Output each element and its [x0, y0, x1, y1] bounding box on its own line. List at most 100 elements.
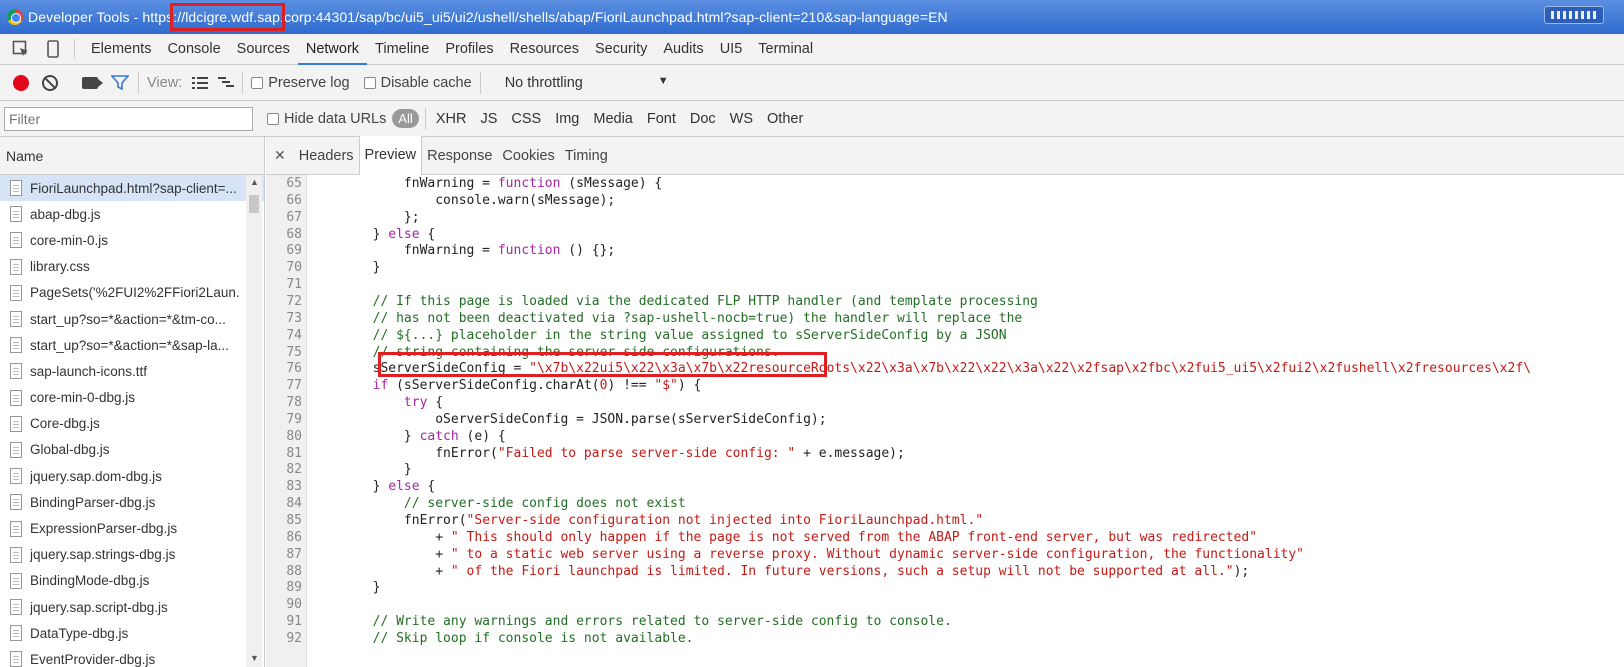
tab-security[interactable]: Security [587, 34, 655, 65]
tab-audits[interactable]: Audits [655, 34, 711, 65]
request-list-item[interactable]: jquery.sap.strings-dbg.js [0, 542, 264, 568]
code-text: fnError("Server-side configuration not i… [310, 512, 983, 530]
line-number: 76 [286, 361, 302, 377]
line-number: 92 [286, 630, 302, 646]
code-token: sServerSideConfig = [310, 361, 530, 377]
code-token: "$" [654, 378, 678, 394]
code-token: catch [419, 428, 459, 444]
request-list-item[interactable]: ExpressionParser-dbg.js [0, 515, 264, 541]
code-token: oServerSideConfig = JSON.parse(sServerSi… [310, 411, 827, 427]
preserve-log-label: Preserve log [268, 74, 350, 91]
tab-timing[interactable]: Timing [560, 137, 613, 175]
request-list-item[interactable]: core-min-0.js [0, 227, 264, 253]
code-token: ); [1233, 563, 1250, 579]
window-menu-button[interactable] [1544, 6, 1604, 24]
request-list-item[interactable]: EventProvider-dbg.js [0, 646, 264, 667]
request-list-item[interactable]: FioriLaunchpad.html?sap-client=... [0, 175, 264, 202]
request-list-item[interactable]: BindingParser-dbg.js [0, 489, 264, 515]
tab-timeline[interactable]: Timeline [367, 34, 437, 65]
filter-type-media[interactable]: Media [593, 111, 633, 127]
line-number: 85 [286, 513, 302, 528]
request-list-item[interactable]: jquery.sap.script-dbg.js [0, 594, 264, 620]
request-list-item[interactable]: Core-dbg.js [0, 411, 264, 437]
tab-network[interactable]: Network [297, 34, 368, 65]
request-list-item[interactable]: start_up?so=*&action=*&tm-co... [0, 306, 264, 332]
request-list-item[interactable]: BindingMode-dbg.js [0, 568, 264, 594]
overview-icon[interactable] [218, 76, 235, 90]
line-number: 86 [286, 529, 302, 545]
record-button[interactable] [13, 74, 29, 91]
request-list: FioriLaunchpad.html?sap-client=... abap-d… [0, 175, 265, 667]
window-titlebar: Developer Tools - https://ldcigre.wdf.sa… [0, 0, 1624, 34]
tab-cookies[interactable]: Cookies [497, 137, 559, 175]
filter-type-xhr[interactable]: XHR [436, 111, 467, 127]
tab-preview[interactable]: Preview [358, 136, 423, 175]
tab-elements[interactable]: Elements [83, 34, 159, 65]
tab-ui5[interactable]: UI5 [712, 34, 751, 65]
scrollbar-thumb[interactable] [249, 195, 259, 213]
code-text: try { [310, 394, 443, 412]
code-token: function [497, 243, 561, 259]
filter-type-other[interactable]: Other [767, 111, 803, 127]
file-icon [10, 572, 22, 589]
device-mode-icon[interactable] [42, 38, 64, 60]
throttling-select[interactable]: No throttling ▼ [505, 75, 675, 91]
request-list-item[interactable]: start_up?so=*&action=*&sap-la... [0, 332, 264, 358]
code-token: { [419, 479, 436, 495]
filter-input[interactable] [4, 106, 253, 131]
tab-headers[interactable]: Headers [294, 137, 359, 175]
request-list-item[interactable]: DataType-dbg.js [0, 620, 264, 646]
tab-response[interactable]: Response [422, 137, 497, 175]
code-text: sServerSideConfig = "\x7b\x22ui5\x22\x3a… [310, 360, 1531, 378]
filter-type-js[interactable]: JS [480, 111, 497, 127]
name-column-header[interactable]: Name [0, 137, 265, 175]
preserve-log-checkbox[interactable]: Preserve log [251, 74, 350, 91]
capture-screenshots-icon[interactable] [82, 76, 103, 89]
request-list-item[interactable]: Global-dbg.js [0, 437, 264, 463]
request-list-scrollbar[interactable]: ▲ ▼ [246, 175, 262, 667]
code-token: } [310, 479, 389, 495]
tab-terminal[interactable]: Terminal [750, 34, 821, 65]
filter-type-css[interactable]: CSS [511, 111, 541, 127]
request-file-name: BindingParser-dbg.js [30, 494, 156, 510]
filter-bar: Hide data URLs All XHR JS CSS Img Media … [0, 101, 1624, 137]
request-file-name: EventProvider-dbg.js [30, 651, 156, 667]
filter-type-font[interactable]: Font [647, 111, 676, 127]
dropdown-arrow-icon: ▼ [657, 74, 669, 87]
request-list-item[interactable]: abap-dbg.js [0, 201, 264, 227]
filter-type-img[interactable]: Img [555, 111, 579, 127]
code-token: } [310, 462, 412, 478]
checkbox-box[interactable] [363, 76, 376, 89]
filter-type-doc[interactable]: Doc [690, 111, 716, 127]
clear-button[interactable] [42, 74, 58, 91]
request-list-item[interactable]: core-min-0-dbg.js [0, 385, 264, 411]
code-token: + [310, 529, 451, 545]
request-list-item[interactable]: PageSets('%2FUI2%2FFiori2Laun... [0, 280, 264, 306]
tab-profiles[interactable]: Profiles [437, 34, 501, 65]
request-list-item[interactable]: jquery.sap.dom-dbg.js [0, 463, 264, 489]
tab-sources[interactable]: Sources [229, 34, 298, 65]
filter-type-all[interactable]: All [392, 109, 419, 128]
checkbox-box[interactable] [251, 76, 264, 89]
tab-console[interactable]: Console [159, 34, 228, 65]
request-list-item[interactable]: sap-launch-icons.ttf [0, 358, 264, 384]
code-text: fnError("Failed to parse server-side con… [310, 445, 905, 463]
hide-data-urls-checkbox[interactable]: Hide data URLs [267, 111, 386, 127]
request-file-name: start_up?so=*&action=*&sap-la... [30, 337, 229, 353]
request-list-item[interactable]: library.css [0, 254, 264, 280]
line-number: 69 [286, 243, 302, 259]
filter-type-ws[interactable]: WS [730, 111, 753, 127]
code-token: ) !== [607, 378, 655, 394]
large-rows-icon[interactable] [192, 76, 209, 90]
tab-resources[interactable]: Resources [502, 34, 587, 65]
inspect-element-icon[interactable] [10, 38, 32, 60]
chrome-icon [7, 9, 23, 25]
line-number: 72 [286, 293, 302, 309]
filter-icon[interactable] [110, 73, 130, 93]
scroll-down-arrow-icon[interactable]: ▼ [250, 653, 259, 663]
scroll-up-arrow-icon[interactable]: ▲ [250, 177, 259, 187]
disable-cache-checkbox[interactable]: Disable cache [363, 75, 472, 91]
checkbox-box[interactable] [267, 112, 279, 125]
close-icon[interactable]: ✕ [274, 147, 286, 164]
file-icon [10, 389, 22, 406]
